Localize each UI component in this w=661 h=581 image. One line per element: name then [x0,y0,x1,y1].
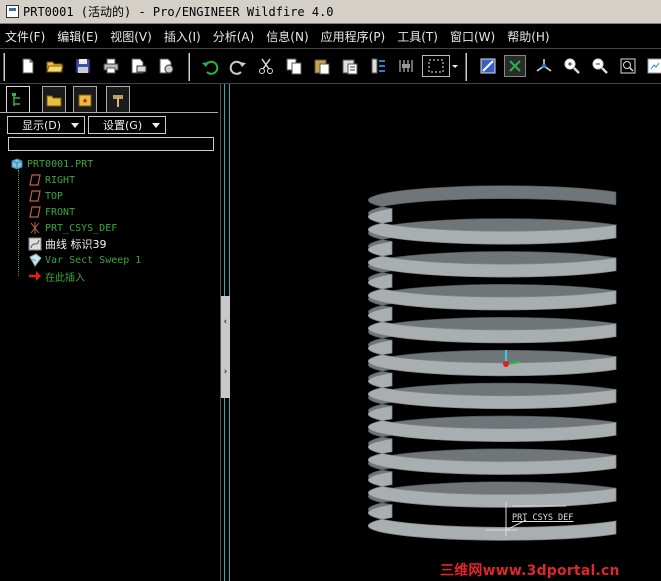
part-icon [10,157,24,171]
select-dropdown-chevron-down-icon[interactable] [450,55,460,77]
sweep-icon [28,253,42,267]
zoom-in-icon[interactable] [561,55,583,77]
toolbar-separator [3,53,5,81]
tree-item-sweep[interactable]: Var Sect Sweep 1 [28,252,141,268]
print-icon[interactable] [100,55,122,77]
tree-item-label: PRT_CSYS_DEF [45,222,118,234]
tree-item-label: 曲线 标识39 [45,238,107,251]
tree-item-top-plane[interactable]: TOP [28,188,63,204]
expand-right-icon[interactable]: › [221,346,230,398]
toolbar-separator [188,53,190,81]
tree-item-label: Var Sect Sweep 1 [45,254,142,266]
cut-icon[interactable] [255,55,277,77]
send-mail-icon[interactable] [127,55,149,77]
tree-item-label: TOP [45,190,64,202]
repaint-icon[interactable] [477,55,499,77]
model-tree-tab[interactable] [6,86,30,112]
tree-item-label: RIGHT [45,174,76,186]
insert-here-arrow-icon [28,269,42,283]
select-box-icon[interactable] [422,55,450,77]
display-dropdown-label: 显示(D) [22,119,62,132]
tree-item-right-plane[interactable]: RIGHT [28,172,75,188]
view-list-icon[interactable] [644,55,661,77]
tree-search-input[interactable] [8,137,214,151]
new-file-icon[interactable] [17,55,39,77]
copy-icon[interactable] [283,55,305,77]
datum-plane-icon [28,173,42,187]
csys-icon [28,221,42,235]
paste-icon[interactable] [311,55,333,77]
menu-file[interactable]: 文件(F) [5,28,45,45]
datum-plane-icon [28,189,42,203]
menu-tools[interactable]: 工具(T) [397,28,438,45]
tree-item-label: FRONT [45,206,76,218]
menu-bar: 文件(F) 编辑(E) 视图(V) 插入(I) 分析(A) 信息(N) 应用程序… [0,24,661,48]
tab-divider [0,112,218,113]
tree-connector-line [18,170,19,276]
orient-icon[interactable] [533,55,555,77]
menu-applications[interactable]: 应用程序(P) [321,28,386,45]
favorites-tab[interactable] [73,86,97,112]
csys-origin [503,361,509,367]
zoom-out-icon[interactable] [589,55,611,77]
window-title: PRT0001 (活动的) - Pro/ENGINEER Wildfire 4.… [23,5,334,19]
settings-dropdown[interactable]: 设置(G) [88,116,166,134]
spin-center-icon[interactable] [504,55,526,77]
connections-tab[interactable] [106,86,130,112]
graphics-viewport[interactable]: PRT_CSYS_DEF [231,84,661,581]
chevron-down-icon [152,123,160,128]
settings-dropdown-label: 设置(G) [103,119,143,132]
spring-model [367,185,617,541]
menu-window[interactable]: 窗口(W) [450,28,495,45]
title-bar: PRT0001 (活动的) - Pro/ENGINEER Wildfire 4.… [0,0,661,24]
named-view-icon[interactable] [395,55,417,77]
undo-icon[interactable] [199,55,221,77]
csys-label: PRT_CSYS_DEF [512,513,574,523]
menu-help[interactable]: 帮助(H) [507,28,549,45]
tree-item-label: PRT0001.PRT [27,158,94,170]
model-tree: PRT0001.PRT RIGHT TOP FRONT PRT_CSYS_DEF [10,156,215,286]
curve-icon [28,237,42,251]
panel-splitter[interactable]: ‹ › [221,84,231,581]
save-icon[interactable] [72,55,94,77]
toolbar-separator [465,53,467,81]
main-toolbar [0,48,661,84]
app-icon [6,5,19,18]
spring-coil-front [367,504,617,541]
menu-edit[interactable]: 编辑(E) [57,28,98,45]
paste-special-icon[interactable] [339,55,361,77]
datum-plane-icon [28,205,42,219]
spring-coil-back [367,185,617,222]
tree-item-insert-here[interactable]: 在此插入 [28,268,85,284]
menu-insert[interactable]: 插入(I) [164,28,201,45]
model-tree-panel: 显示(D) 设置(G) PRT0001.PRT RIGHT TOP FRONT … [0,84,221,581]
redo-icon[interactable] [227,55,249,77]
watermark-text: 三维网www.3dportal.cn [440,563,620,579]
refit-icon[interactable] [617,55,639,77]
regenerate-icon[interactable] [367,55,389,77]
tree-item-curve[interactable]: 曲线 标识39 [28,236,107,252]
menu-view[interactable]: 视图(V) [110,28,152,45]
save-copy-icon[interactable] [155,55,177,77]
chevron-down-icon [71,123,79,128]
tree-item-label: 在此插入 [45,272,85,284]
open-folder-icon[interactable] [44,55,66,77]
display-dropdown[interactable]: 显示(D) [7,116,85,134]
tree-item-csys[interactable]: PRT_CSYS_DEF [28,220,117,236]
tree-item-front-plane[interactable]: FRONT [28,204,75,220]
folder-browser-tab[interactable] [42,86,66,112]
menu-info[interactable]: 信息(N) [266,28,308,45]
tree-item-part[interactable]: PRT0001.PRT [10,156,93,172]
menu-analysis[interactable]: 分析(A) [213,28,255,45]
collapse-left-icon[interactable]: ‹ [221,296,230,348]
